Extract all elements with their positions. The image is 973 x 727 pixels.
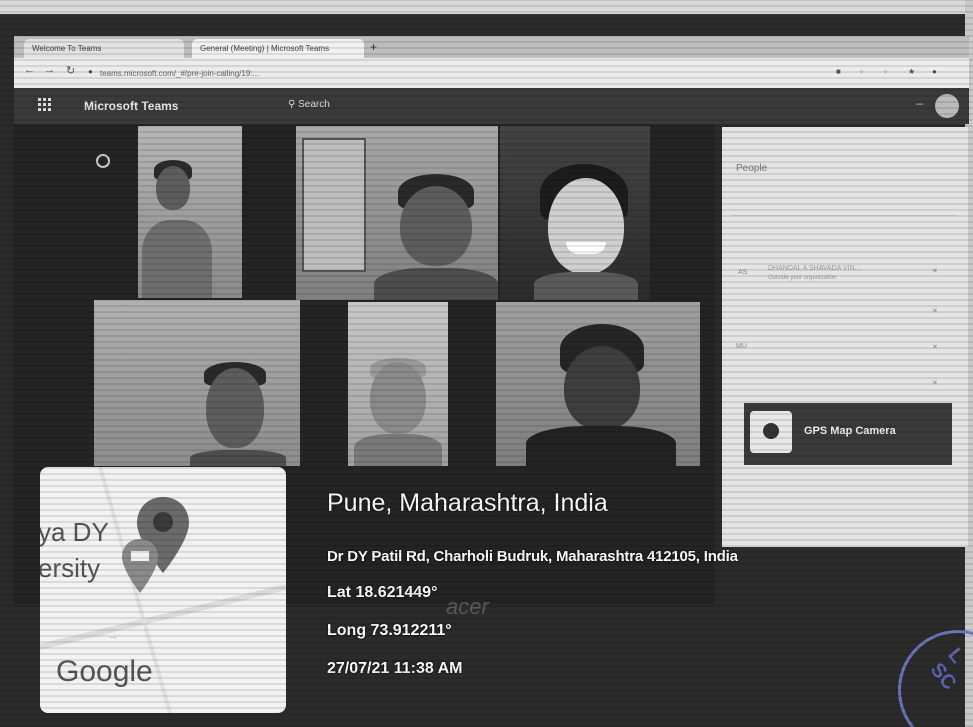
star-icon[interactable]: ★: [908, 67, 915, 76]
url-field[interactable]: teams.microsoft.com/_#/pre-join-calling/…: [100, 66, 660, 81]
map-place-label-2: ersity: [40, 553, 101, 583]
tab-2-label: General (Meeting) | Microsoft Teams: [200, 44, 330, 53]
location-datetime: 27/07/21 11:38 AM: [327, 660, 463, 677]
address-bar: ← → ↻ ● teams.microsoft.com/_#/pre-join-…: [14, 58, 969, 88]
video-tile-6[interactable]: [496, 302, 700, 466]
app-title: Microsoft Teams: [84, 99, 179, 113]
location-city: Pune, Maharashtra, India: [327, 489, 608, 517]
browser-tab-1[interactable]: Welcome To Teams: [24, 39, 184, 58]
extension-icon-2[interactable]: ◦: [860, 67, 863, 76]
mic-off-icon: ✕: [932, 308, 938, 315]
participant-initials: AS: [738, 269, 748, 276]
mic-off-icon: ✕: [932, 344, 938, 351]
search-icon: ⚲: [288, 99, 299, 110]
browser-tab-bar: Welcome To Teams General (Meeting) | Mic…: [14, 36, 969, 58]
location-latitude: Lat 18.621449°: [327, 584, 438, 601]
search-box[interactable]: ⚲ Search: [288, 99, 330, 110]
profile-icon[interactable]: ●: [932, 67, 937, 76]
video-tile-1[interactable]: [138, 126, 242, 298]
back-arrow-icon[interactable]: ←: [24, 64, 35, 76]
map-place-label-1: ya DY: [40, 517, 109, 547]
minimize-icon[interactable]: –: [916, 96, 923, 110]
gps-camera-badge: GPS Map Camera: [744, 403, 952, 465]
location-longitude: Long 73.912211°: [327, 622, 452, 639]
participant-row[interactable]: ✕: [722, 373, 968, 395]
browser-window: Welcome To Teams General (Meeting) | Mic…: [14, 36, 969, 88]
user-avatar[interactable]: [935, 94, 959, 118]
participant-name: DHANDAL A SHAVADA VIN...: [768, 265, 861, 272]
participant-row[interactable]: MU ✕: [722, 337, 968, 359]
app-launcher-icon[interactable]: [38, 98, 52, 112]
scan-border-top: [0, 0, 973, 14]
participant-initials: MU: [736, 343, 747, 350]
location-address: Dr DY Patil Rd, Charholi Budruk, Maharas…: [327, 548, 738, 565]
participant-sub: Outside your organization: [768, 275, 837, 281]
video-tile-3[interactable]: [500, 126, 650, 300]
google-logo: Google: [56, 655, 153, 688]
people-panel-title: People: [736, 163, 768, 174]
participant-row[interactable]: AS DHANDAL A SHAVADA VIN... Outside your…: [722, 261, 968, 287]
people-panel: People AS DHANDAL A SHAVADA VIN... Outsi…: [722, 127, 968, 547]
monitor-brand-logo: acer: [446, 594, 489, 619]
map-thumbnail: ya DY ersity ... Google: [40, 467, 286, 713]
new-tab-plus-icon[interactable]: +: [370, 40, 377, 54]
forward-arrow-icon[interactable]: →: [44, 64, 55, 76]
mic-off-icon: ✕: [932, 380, 938, 387]
lock-icon: ●: [88, 67, 93, 76]
participant-row[interactable]: ✕: [722, 301, 968, 323]
panel-divider: [732, 215, 958, 216]
extension-icon[interactable]: ■: [836, 67, 841, 76]
browser-tab-2[interactable]: General (Meeting) | Microsoft Teams: [192, 39, 364, 58]
tab-1-label: Welcome To Teams: [32, 44, 102, 53]
gps-camera-app-name: GPS Map Camera: [804, 425, 896, 437]
photo: Welcome To Teams General (Meeting) | Mic…: [0, 0, 973, 727]
teams-header: Microsoft Teams ⚲ Search –: [14, 88, 969, 124]
mic-off-icon: ✕: [932, 268, 938, 275]
extension-icon-3[interactable]: ◦: [884, 67, 887, 76]
gps-camera-logo-icon: [750, 411, 792, 453]
search-label: Search: [298, 99, 330, 110]
video-tile-2[interactable]: [296, 126, 498, 300]
reload-icon[interactable]: ↻: [66, 64, 75, 77]
video-tile-4[interactable]: [94, 300, 300, 466]
university-pin-icon: [122, 539, 158, 593]
map-dots: ...: [110, 631, 117, 640]
status-ring-icon: [96, 154, 110, 168]
video-tile-5[interactable]: [348, 302, 448, 466]
